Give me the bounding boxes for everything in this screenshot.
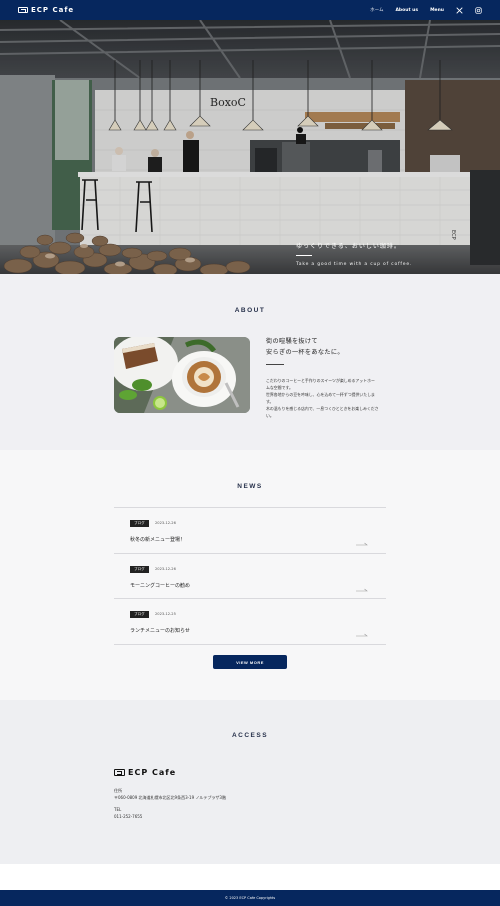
address-label: 住所: [114, 788, 122, 793]
hero-catch-jp: ゆっくりできる、おいしい珈琲。: [296, 243, 401, 250]
access-info: 住所 〒060-0809 北海道札幌市北区北9条西3-19 ノルテプラザ3階 T…: [114, 787, 226, 820]
main-nav: ホーム About us Menu: [370, 6, 482, 14]
about-section: ABOUT 街の喧騒を抜けて 安らぎの一杯をあなたに。 こだわりのコーヒーと手作…: [0, 274, 500, 450]
copyright-text: © 2023 ECP Cafe Copyrights: [224, 896, 276, 900]
cup-logo-icon: [18, 7, 28, 13]
cup-logo-icon: [114, 769, 125, 776]
about-text: 街の喧騒を抜けて 安らぎの一杯をあなたに。 こだわりのコーヒーと手作りのスイーツ…: [266, 336, 388, 419]
hero-catch-en: Take a good time with a cup of coffee.: [296, 262, 413, 267]
hero-divider: [296, 255, 312, 256]
access-logo: ECP Cafe: [114, 768, 176, 777]
about-body: こだわりのコーヒーと手作りのスイーツが楽しめるアットホー ムな空間です。 世界各…: [266, 377, 388, 419]
arrow-right-icon: [356, 588, 368, 591]
site-footer: © 2023 ECP Cafe Copyrights: [0, 890, 500, 906]
about-lead-line: 安らぎの一杯をあなたに。: [266, 349, 344, 356]
about-body-line: い。: [266, 413, 274, 418]
access-title: ACCESS: [231, 732, 269, 739]
x-icon[interactable]: [456, 6, 463, 14]
about-lead: 街の喧騒を抜けて 安らぎの一杯をあなたに。: [266, 336, 388, 358]
tel-label: TEL: [114, 807, 122, 812]
news-title: NEWS: [237, 483, 263, 490]
tel-value: 011-252-7655: [114, 814, 143, 819]
news-date: 2023-12-26: [155, 566, 176, 571]
news-tag: ブログ: [130, 611, 149, 618]
news-item[interactable]: ブログ 2023-12-26 モーニングコーヒーの勧め: [114, 554, 386, 599]
news-title-text: モーニングコーヒーの勧め: [130, 582, 191, 589]
news-date: 2023-12-25: [155, 612, 176, 616]
view-more-button[interactable]: VIEW MORE: [213, 655, 287, 669]
arrow-right-icon: [356, 633, 368, 637]
coffee-photo: [114, 337, 250, 413]
about-body-line: ムな空間です。: [266, 385, 293, 390]
access-section: ACCESS ECP Cafe 住所 〒060-0809 北海道札幌市北区北9条…: [0, 700, 500, 864]
news-tag: ブログ: [130, 565, 149, 573]
about-body-line: こだわりのコーヒーと手作りのスイーツが楽しめるアットホー: [266, 378, 375, 383]
news-list: ブログ 2023-12-26 秋冬の新メニュー登場！ ブログ 2023-12-2…: [114, 507, 386, 645]
nav-home[interactable]: ホーム: [370, 7, 383, 13]
instagram-icon[interactable]: [475, 6, 482, 14]
nav-menu[interactable]: Menu: [430, 8, 444, 13]
site-logo[interactable]: ECP Cafe: [18, 6, 74, 14]
about-lead-line: 街の喧騒を抜けて: [266, 338, 318, 345]
hero-copy: ゆっくりできる、おいしい珈琲。 Take a good time with a …: [296, 241, 412, 267]
access-logo-text: ECP Cafe: [128, 768, 177, 777]
cafe-interior-illustration: BoxoC ECP: [0, 20, 500, 274]
news-section: NEWS ブログ 2023-12-26 秋冬の新メニュー登場！ ブログ 2023…: [0, 450, 500, 700]
logo-text: ECP Cafe: [31, 6, 75, 14]
news-tag: ブログ: [130, 520, 149, 527]
nav-about[interactable]: About us: [395, 8, 418, 13]
arrow-right-icon: [356, 542, 368, 546]
site-header: ECP Cafe ホーム About us Menu: [0, 0, 500, 20]
news-date: 2023-12-26: [155, 521, 176, 525]
about-body-line: 世界各地からの豆を吟味し、心を込めて一杯ずつ提供いたしま: [266, 392, 375, 397]
news-title-text: ランチメニューのお知らせ: [130, 628, 190, 634]
hero-image: BoxoC ECP ゆっくりできる、おいしい珈琲。 Take a good ti…: [0, 20, 500, 274]
footer-spacer: [0, 864, 500, 890]
about-title: ABOUT: [234, 307, 266, 314]
news-title-text: 秋冬の新メニュー登場！: [130, 537, 186, 543]
news-item[interactable]: ブログ 2023-12-26 秋冬の新メニュー登場！: [114, 508, 386, 554]
about-body-line: 木の温もりを感じる店内で、一息つくひとときをお楽しみくださ: [266, 406, 379, 411]
news-item[interactable]: ブログ 2023-12-25 ランチメニューのお知らせ: [114, 599, 386, 645]
about-divider: [266, 364, 284, 365]
address-value: 〒060-0809 北海道札幌市北区北9条西3-19 ノルテプラザ3階: [114, 795, 226, 800]
about-body-line: す。: [266, 399, 274, 404]
